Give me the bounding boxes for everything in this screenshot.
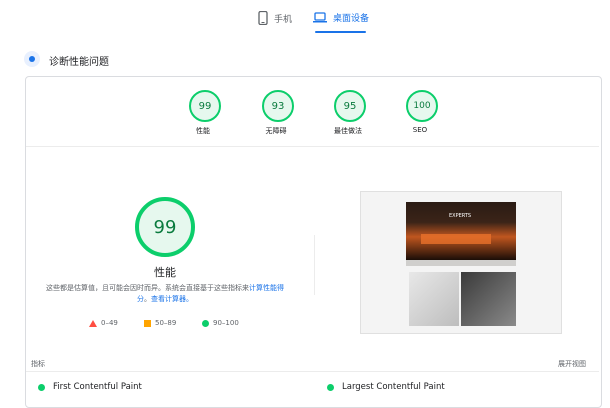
score-label: SEO — [412, 126, 428, 134]
bolt-icon — [29, 56, 35, 62]
description-text: 这些都是估算值，且可能会因时而异。系统会直接基于这些指标来 — [46, 284, 249, 292]
tab-mobile[interactable]: 手机 — [258, 11, 292, 25]
main-performance-label: 性能 — [154, 266, 176, 279]
legend-average: 50–89 — [144, 319, 176, 327]
score-best-practices[interactable]: 95 最佳做法 — [318, 90, 378, 136]
page-screenshot: EXPERTS — [360, 191, 562, 334]
tab-mobile-label: 手机 — [274, 14, 293, 25]
metric-lcp: Largest Contentful Paint — [327, 382, 445, 392]
screenshot-hero — [406, 202, 516, 260]
section-icon-bubble — [24, 51, 40, 67]
metric-name: Largest Contentful Paint — [342, 382, 445, 392]
legend-fail: 0–49 — [89, 319, 118, 327]
circle-icon — [202, 319, 209, 327]
phone-icon — [258, 11, 268, 25]
score-seo[interactable]: 100 SEO — [390, 90, 450, 134]
score-gauge: 95 — [334, 90, 366, 122]
pass-dot — [38, 383, 45, 391]
score-label: 性能 — [196, 127, 210, 135]
screenshot-strip — [406, 260, 516, 266]
main-performance-gauge: 99 — [135, 197, 195, 257]
tab-desktop-label: 桌面设备 — [333, 14, 370, 24]
score-gauge: 100 — [406, 90, 438, 122]
legend-label: 50–89 — [155, 319, 177, 327]
metrics-divider — [26, 371, 599, 372]
metrics-title: 指标 — [31, 360, 45, 368]
screenshot-text: EXPERTS — [449, 213, 472, 219]
score-gauge: 93 — [262, 90, 294, 122]
laptop-icon — [313, 12, 327, 23]
score-description: 这些都是估算值，且可能会因时而异。系统会直接基于这些指标来计算性能得分。查看计算… — [40, 283, 290, 305]
section-title: 诊断性能问题 — [49, 57, 109, 68]
score-performance[interactable]: 99 性能 — [173, 90, 233, 136]
screenshot-flare — [421, 234, 491, 244]
calculator-link[interactable]: 查看计算器。 — [151, 295, 193, 303]
divider — [26, 146, 599, 147]
score-label: 无障碍 — [265, 127, 287, 135]
active-tab-indicator — [315, 31, 366, 33]
score-accessibility[interactable]: 93 无障碍 — [246, 90, 306, 136]
score-label: 最佳做法 — [334, 127, 362, 135]
score-gauge: 99 — [189, 90, 221, 122]
vertical-divider — [314, 235, 315, 295]
triangle-icon — [89, 319, 97, 327]
pass-dot — [327, 383, 334, 391]
screenshot-tile-light — [409, 272, 459, 326]
description-middle: 。 — [144, 295, 151, 303]
screenshot-tile-dark — [461, 272, 516, 326]
legend-label: 90–100 — [213, 319, 239, 327]
metric-name: First Contentful Paint — [53, 382, 142, 392]
legend-pass: 90–100 — [202, 319, 239, 327]
legend-label: 0–49 — [101, 319, 118, 327]
tab-desktop[interactable]: 桌面设备 — [313, 11, 369, 24]
expand-view-link[interactable]: 展开视图 — [558, 359, 586, 369]
square-icon — [144, 319, 151, 327]
metric-fcp: First Contentful Paint — [38, 382, 142, 392]
